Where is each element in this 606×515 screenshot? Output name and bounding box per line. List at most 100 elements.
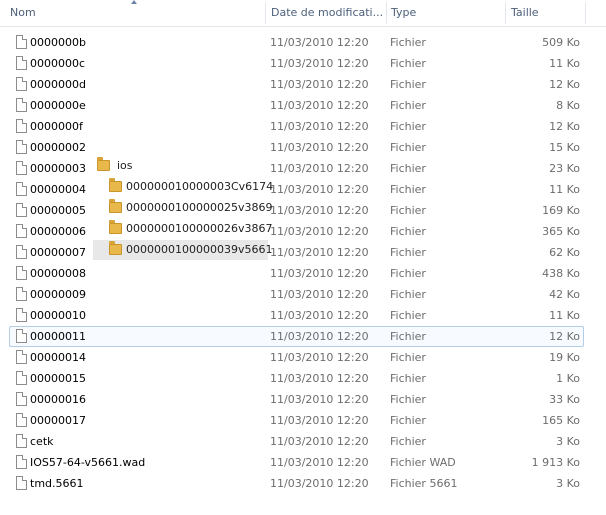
- file-date: 11/03/2010 12:20: [270, 99, 369, 112]
- file-row[interactable]: 00000016 11/03/2010 12:20 Fichier 33 Ko: [0, 389, 606, 410]
- file-name: 00000017: [30, 414, 86, 427]
- tree-folder-root[interactable]: ios: [94, 156, 144, 176]
- file-date: 11/03/2010 12:20: [270, 372, 369, 385]
- file-size: 438 Ko: [542, 267, 580, 280]
- file-row[interactable]: IOS57-64-v5661.wad 11/03/2010 12:20 Fichie…: [0, 452, 606, 473]
- file-date: 11/03/2010 12:20: [270, 351, 369, 364]
- file-date: 11/03/2010 12:20: [270, 477, 369, 490]
- tree-folder-item[interactable]: 0000000100000026v3867: [93, 219, 272, 239]
- file-name: tmd.5661: [30, 477, 84, 490]
- file-row[interactable]: 00000004 11/03/2010 12:20 Fichier 11 Ko: [0, 179, 606, 200]
- file-name: 0000000d: [30, 78, 86, 91]
- file-row[interactable]: 0000000d 11/03/2010 12:20 Fichier 12 Ko: [0, 74, 606, 95]
- file-size: 3 Ko: [556, 477, 580, 490]
- file-row[interactable]: cetk 11/03/2010 12:20 Fichier 3 Ko: [0, 431, 606, 452]
- file-size: 42 Ko: [549, 288, 580, 301]
- file-date: 11/03/2010 12:20: [270, 267, 369, 280]
- file-name: 00000014: [30, 351, 86, 364]
- column-divider[interactable]: [265, 2, 266, 24]
- file-date: 11/03/2010 12:20: [270, 120, 369, 133]
- file-row[interactable]: 0000000c 11/03/2010 12:20 Fichier 11 Ko: [0, 53, 606, 74]
- file-type: Fichier: [390, 57, 426, 70]
- file-size: 8 Ko: [556, 99, 580, 112]
- file-size: 12 Ko: [549, 78, 580, 91]
- file-row[interactable]: tmd.5661 11/03/2010 12:20 Fichier 5661 3 Ko: [0, 473, 606, 494]
- file-icon: [16, 413, 27, 427]
- file-type: Fichier: [390, 351, 426, 364]
- file-icon: [16, 476, 27, 490]
- file-icon: [16, 392, 27, 406]
- file-name: 00000016: [30, 393, 86, 406]
- file-row[interactable]: 00000002 11/03/2010 12:20 Fichier 15 Ko: [0, 137, 606, 158]
- file-type: Fichier: [390, 330, 426, 343]
- file-type: Fichier: [390, 36, 426, 49]
- file-name: 0000000c: [30, 57, 86, 70]
- folder-icon: [109, 220, 122, 234]
- file-type: Fichier: [390, 204, 426, 217]
- column-divider[interactable]: [585, 2, 586, 24]
- tree-folder-label: 0000000100000026v3867: [126, 222, 273, 235]
- file-size: 509 Ko: [542, 36, 580, 49]
- file-row[interactable]: 0000000e 11/03/2010 12:20 Fichier 8 Ko: [0, 95, 606, 116]
- file-row[interactable]: 00000006 11/03/2010 12:20 Fichier 365 Ko: [0, 221, 606, 242]
- file-size: 33 Ko: [549, 393, 580, 406]
- tree-folder-item[interactable]: 000000010000003Cv6174: [93, 177, 273, 197]
- file-row[interactable]: 0000000b 11/03/2010 12:20 Fichier 509 Ko: [0, 32, 606, 53]
- file-size: 19 Ko: [549, 351, 580, 364]
- file-icon: [16, 371, 27, 385]
- file-size: 62 Ko: [549, 246, 580, 259]
- file-name: 00000011: [30, 330, 86, 343]
- column-divider[interactable]: [505, 2, 506, 24]
- tree-folder-item[interactable]: 0000000100000025v3869: [93, 198, 272, 218]
- file-name: 00000015: [30, 372, 86, 385]
- file-type: Fichier: [390, 225, 426, 238]
- file-name: 00000008: [30, 267, 86, 280]
- file-date: 11/03/2010 12:20: [270, 141, 369, 154]
- file-size: 1 Ko: [556, 372, 580, 385]
- file-row[interactable]: 00000008 11/03/2010 12:20 Fichier 438 Ko: [0, 263, 606, 284]
- tree-folder-item[interactable]: 0000000100000039v5661: [93, 240, 272, 260]
- file-row[interactable]: 00000005 11/03/2010 12:20 Fichier 169 Ko: [0, 200, 606, 221]
- file-row[interactable]: 00000017 11/03/2010 12:20 Fichier 165 Ko: [0, 410, 606, 431]
- column-header-date[interactable]: Date de modificati...: [267, 0, 385, 26]
- column-header-bar: Nom Date de modificati... Type Taille: [0, 0, 606, 27]
- file-row[interactable]: 00000014 11/03/2010 12:20 Fichier 19 Ko: [0, 347, 606, 368]
- file-row[interactable]: 0000000f 11/03/2010 12:20 Fichier 12 Ko: [0, 116, 606, 137]
- file-icon: [16, 350, 27, 364]
- file-size: 15 Ko: [549, 141, 580, 154]
- file-icon: [16, 182, 27, 196]
- folder-icon: [97, 157, 110, 171]
- tree-folder-label: 0000000100000025v3869: [126, 201, 273, 214]
- file-size: 11 Ko: [549, 183, 580, 196]
- file-type: Fichier: [390, 141, 426, 154]
- file-icon: [16, 266, 27, 280]
- file-date: 11/03/2010 12:20: [270, 162, 369, 175]
- file-icon: [16, 224, 27, 238]
- file-type: Fichier 5661: [390, 477, 458, 490]
- file-size: 12 Ko: [549, 330, 580, 343]
- file-row[interactable]: 00000011 11/03/2010 12:20 Fichier 12 Ko: [0, 326, 606, 347]
- file-type: Fichier: [390, 183, 426, 196]
- file-date: 11/03/2010 12:20: [270, 36, 369, 49]
- file-row[interactable]: 00000007 11/03/2010 12:20 Fichier 62 Ko: [0, 242, 606, 263]
- file-type: Fichier: [390, 162, 426, 175]
- file-date: 11/03/2010 12:20: [270, 435, 369, 448]
- file-row[interactable]: 00000003 11/03/2010 12:20 Fichier 23 Ko: [0, 158, 606, 179]
- file-date: 11/03/2010 12:20: [270, 330, 369, 343]
- file-date: 11/03/2010 12:20: [270, 183, 369, 196]
- file-icon: [16, 203, 27, 217]
- folder-icon: [109, 199, 122, 213]
- file-icon: [16, 119, 27, 133]
- file-row[interactable]: 00000010 11/03/2010 12:20 Fichier 11 Ko: [0, 305, 606, 326]
- file-icon: [16, 77, 27, 91]
- file-icon: [16, 329, 27, 343]
- file-name: 0000000b: [30, 36, 86, 49]
- column-header-type[interactable]: Type: [387, 0, 505, 26]
- file-type: Fichier: [390, 372, 426, 385]
- file-date: 11/03/2010 12:20: [270, 225, 369, 238]
- file-size: 165 Ko: [542, 414, 580, 427]
- file-icon: [16, 56, 27, 70]
- file-row[interactable]: 00000009 11/03/2010 12:20 Fichier 42 Ko: [0, 284, 606, 305]
- file-row[interactable]: 00000015 11/03/2010 12:20 Fichier 1 Ko: [0, 368, 606, 389]
- column-header-size[interactable]: Taille: [507, 0, 585, 26]
